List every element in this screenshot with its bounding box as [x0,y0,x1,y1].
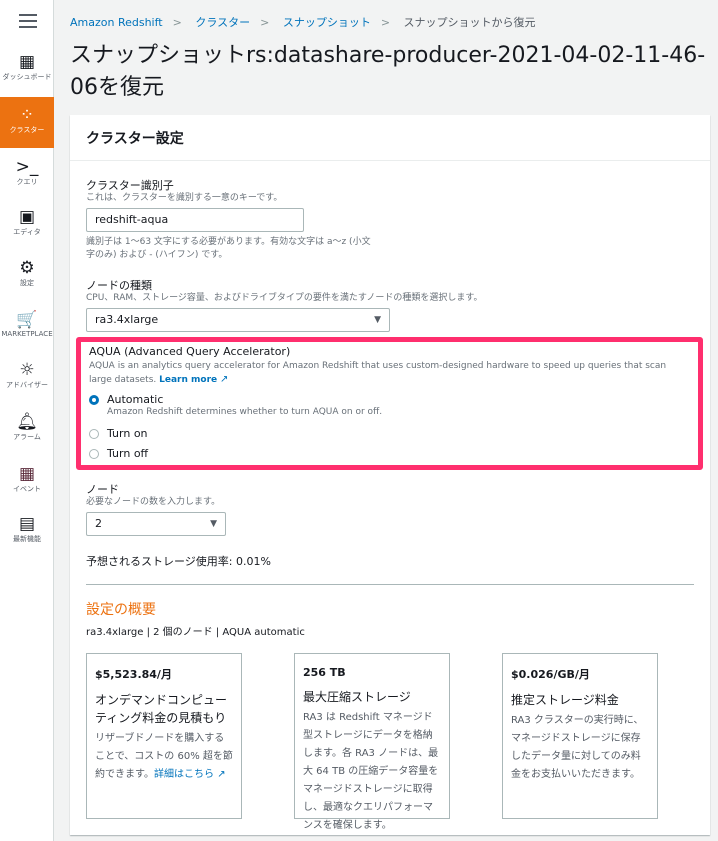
automatic-desc: Amazon Redshift determines whether to tu… [107,407,383,417]
summary-card-storage-cost: $0.026/GB/月 推定ストレージ料金 RA3 クラスターの実行時に、マネー… [502,653,658,819]
caret-down-icon: ▼ [374,315,381,325]
identifier-hint: 識別子は 1〜63 文字にする必要があります。有効な文字は a〜z (小文字のみ… [86,237,371,260]
external-link-icon: ↗ [217,769,226,780]
summary-line: ra3.4xlarge | 2 個のノード | AQUA automatic [86,627,305,638]
query-icon: >_ [15,157,39,177]
identifier-label: クラスター識別子 [86,179,174,192]
storage-cost-title: 推定ストレージ料金 [511,693,619,707]
summary-title: 設定の概要 [86,602,156,618]
storage-cost: $0.026/GB/月 [511,668,590,681]
compute-cost: $5,523.84/月 [95,668,172,681]
sidebar-item-settings[interactable]: ⚙ 設定 [0,258,54,288]
cart-icon: 🛒 [16,310,38,330]
cluster-settings-card: クラスター設定 クラスター識別子 これは、クラスターを識別する一意のキーです。 … [70,115,710,835]
node-type-value: ra3.4xlarge [95,313,159,326]
nodes-select[interactable]: 2 ▼ [86,512,226,536]
storage-desc: RA3 は Redshift マネージド型ストレージにデータを格納します。各 R… [303,712,439,831]
radio-selected-icon[interactable] [89,394,99,405]
breadcrumb-snapshots[interactable]: スナップショット [283,16,371,29]
menu-icon[interactable] [19,14,37,32]
node-type-select[interactable]: ra3.4xlarge ▼ [86,308,390,332]
sidebar-item-alarms[interactable]: 🔔︎ アラーム [0,412,54,442]
breadcrumb-clusters[interactable]: クラスター [195,16,250,29]
divider [86,584,694,585]
aqua-section: AQUA (Advanced Query Accelerator) AQUA i… [76,337,703,470]
chevron-right-icon: > [260,16,270,29]
summary-card-storage: 256 TB 最大圧縮ストレージ RA3 は Redshift マネージド型スト… [294,653,450,831]
external-link-icon: ↗ [220,374,229,385]
sidebar-item-whats-new[interactable]: ▤ 最新機能 [0,514,54,544]
summary-card-compute: $5,523.84/月 オンデマンドコンピューティング料金の見積もり リザーブド… [86,653,242,819]
node-type-label: ノードの種類 [86,279,152,292]
sidebar-item-dashboard[interactable]: ▦ ダッシュボード [0,52,54,92]
sidebar-item-editor[interactable]: ▣ エディタ [0,207,54,237]
nodes-value: 2 [95,517,102,530]
caret-down-icon: ▼ [210,519,217,529]
storage-title: 最大圧縮ストレージ [303,690,411,704]
card-title: クラスター設定 [70,115,710,161]
details-link[interactable]: 詳細はこちら [154,769,214,780]
radio-turn-off[interactable]: Turn off [89,447,690,460]
storage-cost-desc: RA3 クラスターの実行時に、マネージドストレージに保存したデータ量に対してのみ… [511,715,644,780]
sidebar-item-events[interactable]: ▦ イベント [0,464,54,494]
breadcrumb-redshift[interactable]: Amazon Redshift [70,16,163,29]
compute-title: オンデマンドコンピューティング料金の見積もり [95,693,228,725]
identifier-input[interactable]: redshift-aqua [86,208,304,232]
lightbulb-icon: ☼ [19,360,35,380]
storage-usage: 予想されるストレージ使用率: 0.01% [86,555,271,568]
dashboard-icon: ▦ [18,52,36,72]
gear-icon: ⚙ [19,258,35,278]
aqua-label: AQUA (Advanced Query Accelerator) [89,345,291,358]
learn-more-link[interactable]: Learn more [159,375,217,385]
sidebar-item-query[interactable]: >_ クエリ [0,157,54,187]
chevron-right-icon: > [380,16,391,29]
nodes-desc: 必要なノードの数を入力します。 [86,497,221,507]
sidebar: ▦ ダッシュボード ⁘ クラスター >_ クエリ ▣ エディタ ⚙ 設定 🛒 MARKETP… [0,0,54,841]
news-icon: ▤ [18,514,36,534]
radio-icon[interactable] [89,448,99,459]
sidebar-item-marketplace[interactable]: 🛒 MARKETPLACE [0,310,54,338]
breadcrumb-current: スナップショットから復元 [403,16,536,29]
sidebar-item-clusters[interactable]: ⁘ クラスター [0,97,54,148]
editor-icon: ▣ [18,207,36,227]
sidebar-item-advisor[interactable]: ☼ アドバイザー [0,360,54,390]
radio-turn-on[interactable]: Turn on [89,427,690,440]
breadcrumb: Amazon Redshift > クラスター > スナップショット > スナップショ… [70,14,536,30]
calendar-icon: ▦ [18,464,36,484]
radio-icon[interactable] [89,428,99,439]
max-storage: 256 TB [303,666,346,679]
radio-automatic[interactable]: Automatic [89,393,690,406]
node-type-desc: CPU、RAM、ストレージ容量、およびドライブタイプの要件を満たすノードの種類を… [86,293,483,303]
bell-icon: 🔔︎ [16,412,38,432]
cluster-icon: ⁘ [19,105,35,125]
chevron-right-icon: > [172,16,182,29]
nodes-label: ノード [86,483,119,496]
page-title: スナップショットrs:datashare-producer-2021-04-02… [70,43,706,100]
identifier-desc: これは、クラスターを識別する一意のキーです。 [86,193,283,203]
